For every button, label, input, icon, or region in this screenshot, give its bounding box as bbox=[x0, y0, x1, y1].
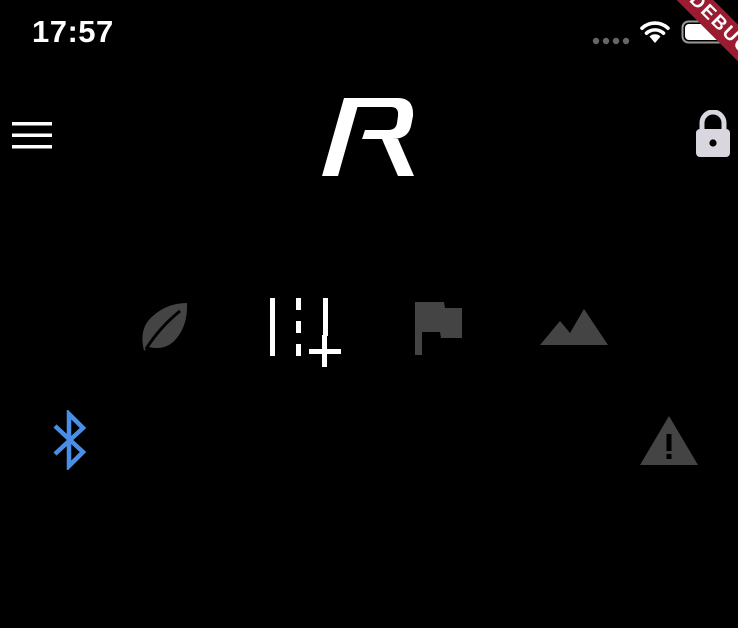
lane-add-icon[interactable] bbox=[266, 296, 344, 370]
lock-icon[interactable] bbox=[694, 110, 732, 158]
bluetooth-icon[interactable] bbox=[50, 410, 90, 470]
warning-icon bbox=[639, 414, 699, 466]
signal-dots-icon bbox=[592, 37, 630, 45]
wifi-icon bbox=[639, 18, 671, 44]
status-time: 17:57 bbox=[32, 14, 114, 49]
mountain-icon[interactable] bbox=[540, 307, 608, 347]
leaf-icon[interactable] bbox=[136, 299, 190, 353]
flag-icon[interactable] bbox=[414, 300, 464, 356]
r-logo-icon bbox=[322, 94, 416, 178]
debug-banner: DEBUG bbox=[654, 0, 738, 91]
hamburger-menu-icon[interactable] bbox=[12, 121, 52, 151]
